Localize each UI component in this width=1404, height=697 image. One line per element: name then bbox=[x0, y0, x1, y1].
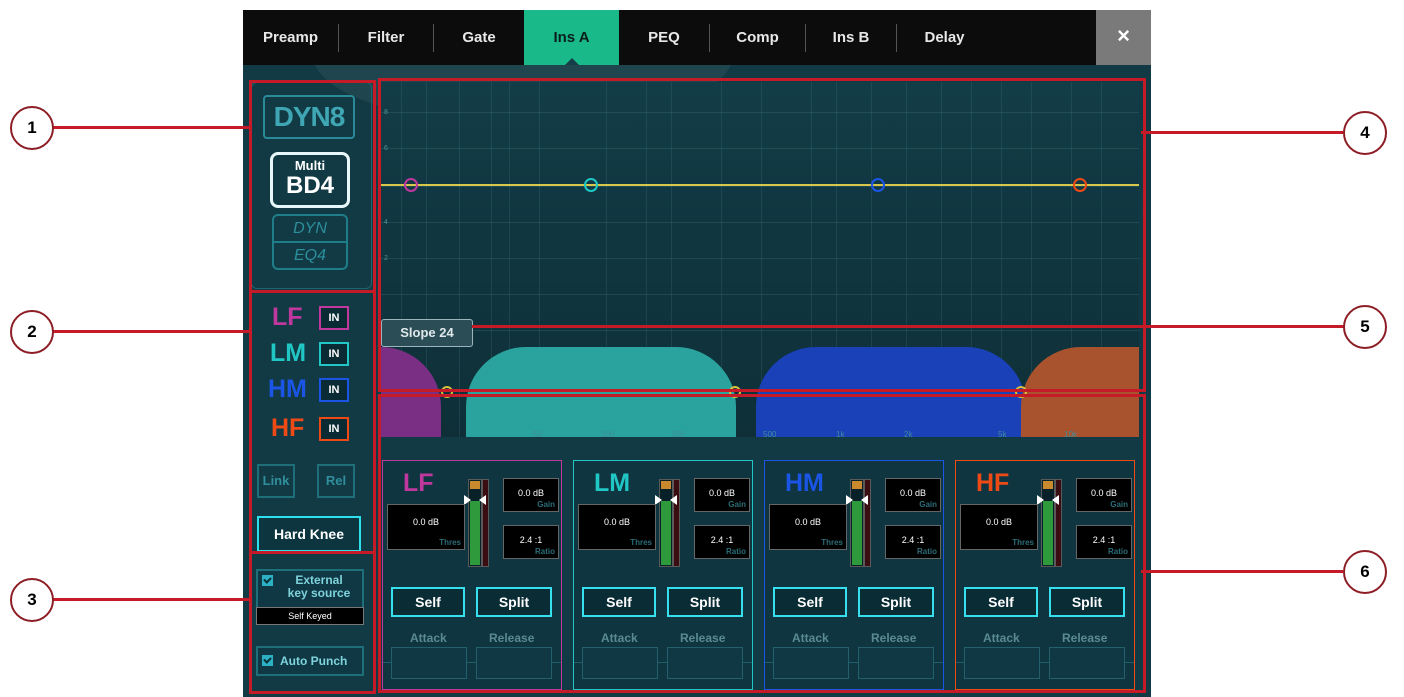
tab-bar: Preamp Filter Gate Ins A PEQ Comp Ins B … bbox=[243, 10, 1151, 66]
tab-ins-a[interactable]: Ins A bbox=[524, 10, 619, 66]
tab-comp[interactable]: Comp bbox=[710, 10, 805, 65]
annotation-leader-5 bbox=[472, 325, 1345, 328]
annotation-box-3 bbox=[249, 551, 376, 694]
annotation-box-6 bbox=[378, 394, 1146, 693]
annotation-leader-4 bbox=[1141, 131, 1343, 134]
annotation-leader-1 bbox=[50, 126, 250, 129]
tab-filter[interactable]: Filter bbox=[339, 10, 433, 65]
tab-ins-b[interactable]: Ins B bbox=[806, 10, 896, 65]
annotation-box-1 bbox=[249, 80, 376, 293]
annotation-box-2 bbox=[249, 290, 376, 554]
callout-1: 1 bbox=[10, 106, 54, 150]
callout-2: 2 bbox=[10, 310, 54, 354]
annotation-leader-6 bbox=[1141, 570, 1343, 573]
tab-delay[interactable]: Delay bbox=[897, 10, 992, 65]
callout-4: 4 bbox=[1343, 111, 1387, 155]
callout-6: 6 bbox=[1343, 550, 1387, 594]
tab-peq[interactable]: PEQ bbox=[619, 10, 709, 65]
tab-gate[interactable]: Gate bbox=[434, 10, 524, 65]
callout-5: 5 bbox=[1343, 305, 1387, 349]
tab-preamp[interactable]: Preamp bbox=[243, 10, 338, 65]
annotation-leader-2 bbox=[50, 330, 250, 333]
close-button[interactable]: × bbox=[1096, 10, 1151, 65]
callout-3: 3 bbox=[10, 578, 54, 622]
annotation-leader-3 bbox=[50, 598, 250, 601]
annotation-box-4 bbox=[378, 78, 1146, 392]
